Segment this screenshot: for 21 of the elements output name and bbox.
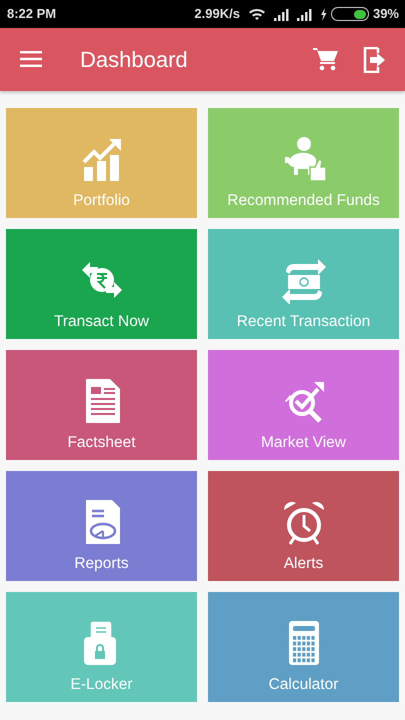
logout-button[interactable]	[363, 46, 387, 72]
dashboard-tile[interactable]: Calculator	[208, 592, 399, 702]
battery-icon	[330, 7, 369, 21]
dashboard-tile[interactable]: Factsheet	[6, 350, 197, 460]
clock-time: 8:22 PM	[7, 5, 56, 24]
cart-button[interactable]	[313, 47, 339, 72]
dashboard-tile[interactable]: Transact Now	[6, 229, 197, 339]
dashboard-tile[interactable]: Market View	[208, 350, 399, 460]
dashboard-tile[interactable]: Recent Transaction	[208, 229, 399, 339]
signal-icon	[296, 8, 312, 20]
signal-icon	[274, 8, 289, 20]
dashboard-tile[interactable]: Recommended Funds	[208, 108, 399, 218]
wifi-icon	[248, 7, 266, 21]
page-title: Dashboard	[80, 46, 188, 74]
battery-percent: 39%	[372, 5, 399, 24]
network-speed: 2.99K/s	[194, 5, 240, 24]
dashboard-tile[interactable]: E-Locker	[6, 592, 197, 702]
dashboard-tile[interactable]: Reports	[6, 471, 197, 581]
dashboard-tile[interactable]: Portfolio	[6, 108, 197, 218]
charging-icon	[320, 8, 327, 20]
dashboard-tile[interactable]: Alerts	[208, 471, 399, 581]
